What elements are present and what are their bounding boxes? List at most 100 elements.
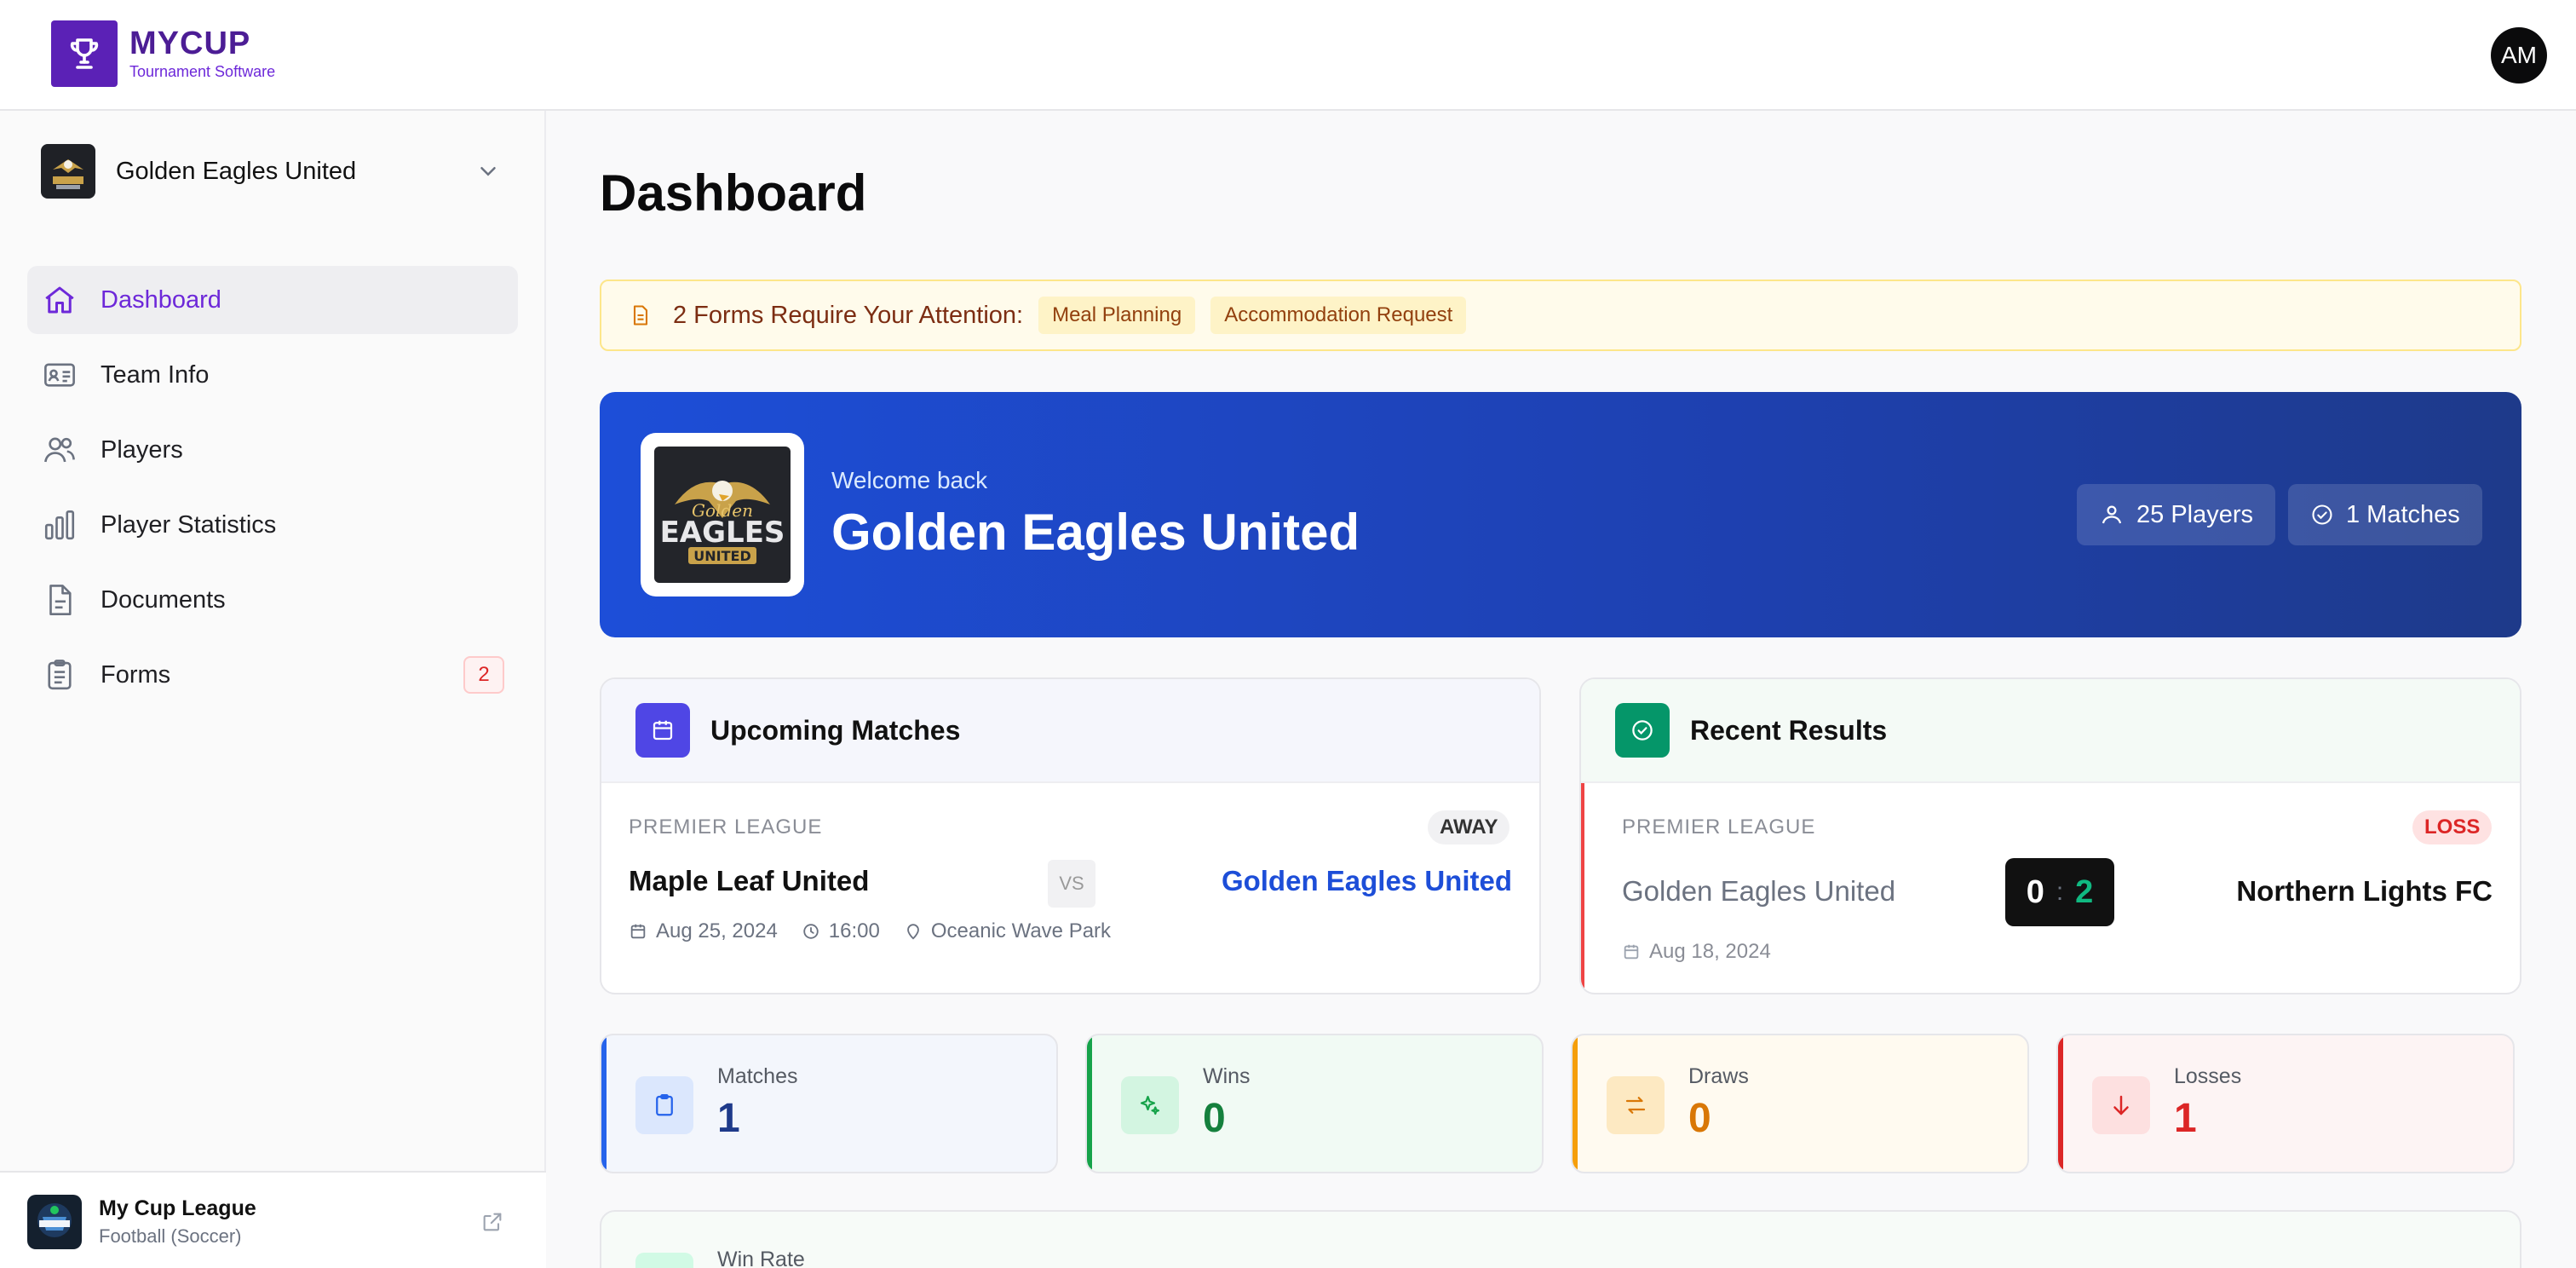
svg-text:UNITED: UNITED [693,548,750,564]
stat-card-losses: Losses 1 [2056,1034,2515,1173]
away-team[interactable]: Golden Eagles United [1222,865,1512,897]
vs-label: VS [1048,860,1095,908]
loss-badge: LOSS [2412,810,2493,844]
recent-results-header: Recent Results [1581,679,2520,783]
stat-value: 1 [717,1096,740,1141]
arrow-down-icon [2092,1076,2150,1134]
home-icon [41,281,78,319]
hero-team-name: Golden Eagles United [831,504,1360,561]
sidebar-item-label: Team Info [101,360,210,389]
matches-count-pill[interactable]: 1 Matches [2288,484,2482,545]
stat-label: Draws [1688,1064,1749,1088]
match-venue: Oceanic Wave Park [930,919,1112,942]
recent-results-title: Recent Results [1690,714,1888,746]
top-bar: MYCUP Tournament Software AM [0,0,2576,111]
trophy-icon [51,20,118,87]
map-pin-icon [904,922,923,941]
stat-accent-bar [601,1035,607,1172]
form-chip-accommodation-request[interactable]: Accommodation Request [1210,297,1467,334]
sidebar-item-label: Player Statistics [101,510,277,539]
result-away-team: Northern Lights FC [2236,875,2493,907]
form-chip-meal-planning[interactable]: Meal Planning [1038,297,1196,334]
upcoming-matches-header: Upcoming Matches [601,679,1539,783]
forms-count-badge: 2 [463,656,504,694]
result-date: Aug 18, 2024 [1649,940,1771,963]
home-team: Maple Leaf United [629,865,870,896]
loss-indicator [1581,783,1584,993]
sidebar-item-label: Players [101,435,183,464]
clipboard-icon [635,1076,693,1134]
score-separator: : [2056,878,2064,906]
league-name: My Cup League [99,1196,256,1220]
match-time: 16:00 [828,919,880,942]
check-circle-icon [1615,703,1670,758]
sidebar: Golden Eagles United Dashboard Team Info… [0,111,546,1268]
external-link-icon[interactable] [480,1210,504,1234]
stat-value: 0 [1688,1096,1711,1141]
away-score: 2 [2075,873,2094,910]
recent-results-card: Recent Results PREMIER LEAGUE LOSS Golde… [1579,677,2521,994]
result-league: PREMIER LEAGUE [1622,816,1816,839]
sidebar-item-players[interactable]: Players [27,416,518,484]
brand-logo[interactable]: MYCUP Tournament Software [51,20,275,87]
id-card-icon [41,356,78,394]
bar-chart-icon [41,506,78,544]
stat-accent-bar [1573,1035,1578,1172]
score-box: 0 : 2 [2005,858,2114,926]
players-count: 25 Players [2136,500,2254,528]
sidebar-item-label: Dashboard [101,285,221,314]
trend-icon [635,1253,693,1268]
welcome-banner: Golden EAGLES UNITED Welcome back Golden… [600,392,2521,637]
stat-card-wins: Wins 0 [1085,1034,1544,1173]
stat-value: 1 [2174,1096,2197,1141]
calendar-icon [635,703,690,758]
clipboard-icon [41,656,78,694]
sidebar-item-label: Documents [101,585,226,614]
swap-arrows-icon [1607,1076,1665,1134]
user-avatar[interactable]: AM [2491,27,2547,84]
chevron-down-icon [475,158,501,184]
result-home-team: Golden Eagles United [1622,875,1896,907]
sidebar-item-label: Forms [101,660,171,689]
sparkles-icon [1121,1076,1179,1134]
league-footer[interactable]: My Cup League Football (Soccer) [0,1171,546,1268]
sidebar-item-forms[interactable]: Forms 2 [27,641,518,709]
user-icon [2099,502,2125,527]
upcoming-matches-title: Upcoming Matches [710,714,961,746]
clock-icon [802,922,820,941]
league-logo [27,1195,82,1249]
players-count-pill[interactable]: 25 Players [2077,484,2276,545]
upcoming-matches-card: Upcoming Matches PREMIER LEAGUE AWAY Map… [600,677,1541,994]
file-icon [629,303,653,327]
stat-label: Matches [717,1064,798,1088]
result-meta: Aug 18, 2024 [1622,940,1771,964]
calendar-small-icon [629,922,647,941]
users-icon [41,431,78,469]
forms-alert: 2 Forms Require Your Attention: Meal Pla… [600,280,2521,351]
sidebar-item-player-statistics[interactable]: Player Statistics [27,491,518,559]
sidebar-nav: Dashboard Team Info Players Player Stati… [27,266,518,716]
team-logo [41,144,95,199]
check-circle-icon [2310,503,2334,527]
stat-label: Losses [2174,1064,2242,1088]
sidebar-item-team-info[interactable]: Team Info [27,341,518,409]
match-date: Aug 25, 2024 [656,919,778,942]
stat-card-draws: Draws 0 [1571,1034,2029,1173]
brand-name: MYCUP [129,26,251,61]
document-icon [41,581,78,619]
team-logo-large: Golden EAGLES UNITED [641,433,804,597]
sidebar-item-documents[interactable]: Documents [27,566,518,634]
team-selector[interactable]: Golden Eagles United [41,141,501,201]
league-sport: Football (Soccer) [99,1225,242,1247]
sidebar-item-dashboard[interactable]: Dashboard [27,266,518,334]
matches-count: 1 Matches [2346,500,2460,528]
svg-text:EAGLES: EAGLES [660,516,785,550]
welcome-text: Welcome back [831,467,988,493]
alert-text: 2 Forms Require Your Attention: [673,301,1024,329]
brand-subtitle: Tournament Software [129,63,276,80]
stat-accent-bar [1087,1035,1092,1172]
team-selector-name: Golden Eagles United [116,157,357,185]
stat-value: 0 [1203,1096,1226,1141]
match-league: PREMIER LEAGUE [629,816,823,839]
calendar-small-icon [1622,942,1641,961]
